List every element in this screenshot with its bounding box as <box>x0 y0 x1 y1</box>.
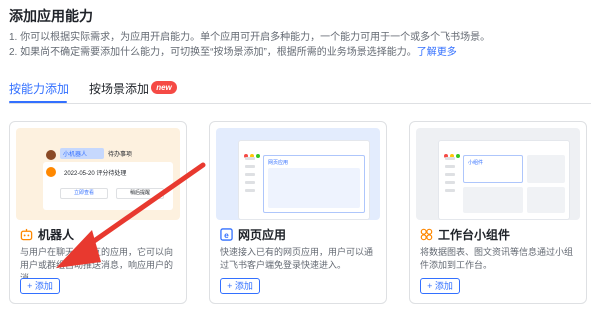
tab-active-indicator <box>9 101 67 103</box>
description-line-2: 2. 如果尚不确定需要添加什么能力，可切换至“按场景添加”，根据所需的业务场景选… <box>9 47 457 59</box>
card-description: 将数据图表、图文资讯等信息通过小组件添加到工作台。 <box>420 247 574 270</box>
page-title: 添加应用能力 <box>9 8 93 24</box>
card-description: 快速接入已有的网页应用，用户可以通过飞书客户端免登录快速进入。 <box>220 247 374 270</box>
bot-avatar <box>46 167 56 177</box>
svg-text:e: e <box>224 229 229 239</box>
add-web-app-button[interactable]: + 添加 <box>220 278 260 294</box>
card-title: 机器人 <box>38 227 75 242</box>
web-app-icon: e <box>220 227 233 241</box>
tab-by-capability[interactable]: 按能力添加 <box>9 80 69 97</box>
web-app-panel: 网页应用 <box>263 155 365 213</box>
widget-icon <box>420 228 433 240</box>
bot-name-tag: 小机器人 <box>63 152 88 158</box>
widget-tag: 小组件 <box>468 160 484 166</box>
web-app-preview-image: 网页应用 <box>216 128 380 220</box>
preview-window: 小组件 <box>438 140 570 220</box>
widget-preview-image: 小组件 <box>416 128 580 220</box>
card-header: 机器人 <box>20 226 74 242</box>
bot-task-tag: 待办事项 <box>108 152 133 158</box>
description-line-1: 1. 你可以根据实际需求，为应用开启能力。单个应用可开启多种能力，一个能力可用于… <box>9 32 491 43</box>
card-title: 网页应用 <box>238 227 287 242</box>
learn-more-link[interactable]: 了解更多 <box>417 47 457 58</box>
widget-panel: 小组件 <box>463 155 523 183</box>
preview-view-button: 立即查看 <box>60 188 108 199</box>
capability-card-widget[interactable]: 小组件 工作台小组件 将数据图表、图文资讯等信息通过小组件添加到工作台。 + 添… <box>409 121 587 304</box>
user-avatar <box>46 150 56 160</box>
web-app-tag: 网页应用 <box>268 160 289 166</box>
card-header: e 网页应用 <box>220 226 286 242</box>
new-badge: new <box>151 81 177 94</box>
preview-window: 网页应用 <box>238 140 370 220</box>
bot-preview-image: 小机器人 待办事项 2022-05-20 评分待处理 立即查看 稍后提醒 <box>16 128 180 220</box>
bot-message-time: 2022-05-20 评分待处理 <box>64 171 127 177</box>
description-line-2-text: 2. 如果尚不确定需要添加什么能力，可切换至“按场景添加”，根据所需的业务场景选… <box>9 47 417 58</box>
card-title: 工作台小组件 <box>438 227 511 242</box>
preview-remind-button: 稍后提醒 <box>116 188 164 199</box>
tab-bar: 按能力添加 按场景添加 new <box>9 76 591 104</box>
bot-icon <box>20 228 33 240</box>
add-bot-button[interactable]: + 添加 <box>20 278 60 294</box>
tab-by-scenario[interactable]: 按场景添加 <box>89 80 149 97</box>
capability-card-web-app[interactable]: 网页应用 e 网页应用 快速接入已有的网页应用，用户可以通过飞书客户端免登录快速… <box>209 121 387 304</box>
capability-card-bot[interactable]: 小机器人 待办事项 2022-05-20 评分待处理 立即查看 稍后提醒 机器人… <box>9 121 187 304</box>
add-widget-button[interactable]: + 添加 <box>420 278 460 294</box>
card-header: 工作台小组件 <box>420 226 510 242</box>
